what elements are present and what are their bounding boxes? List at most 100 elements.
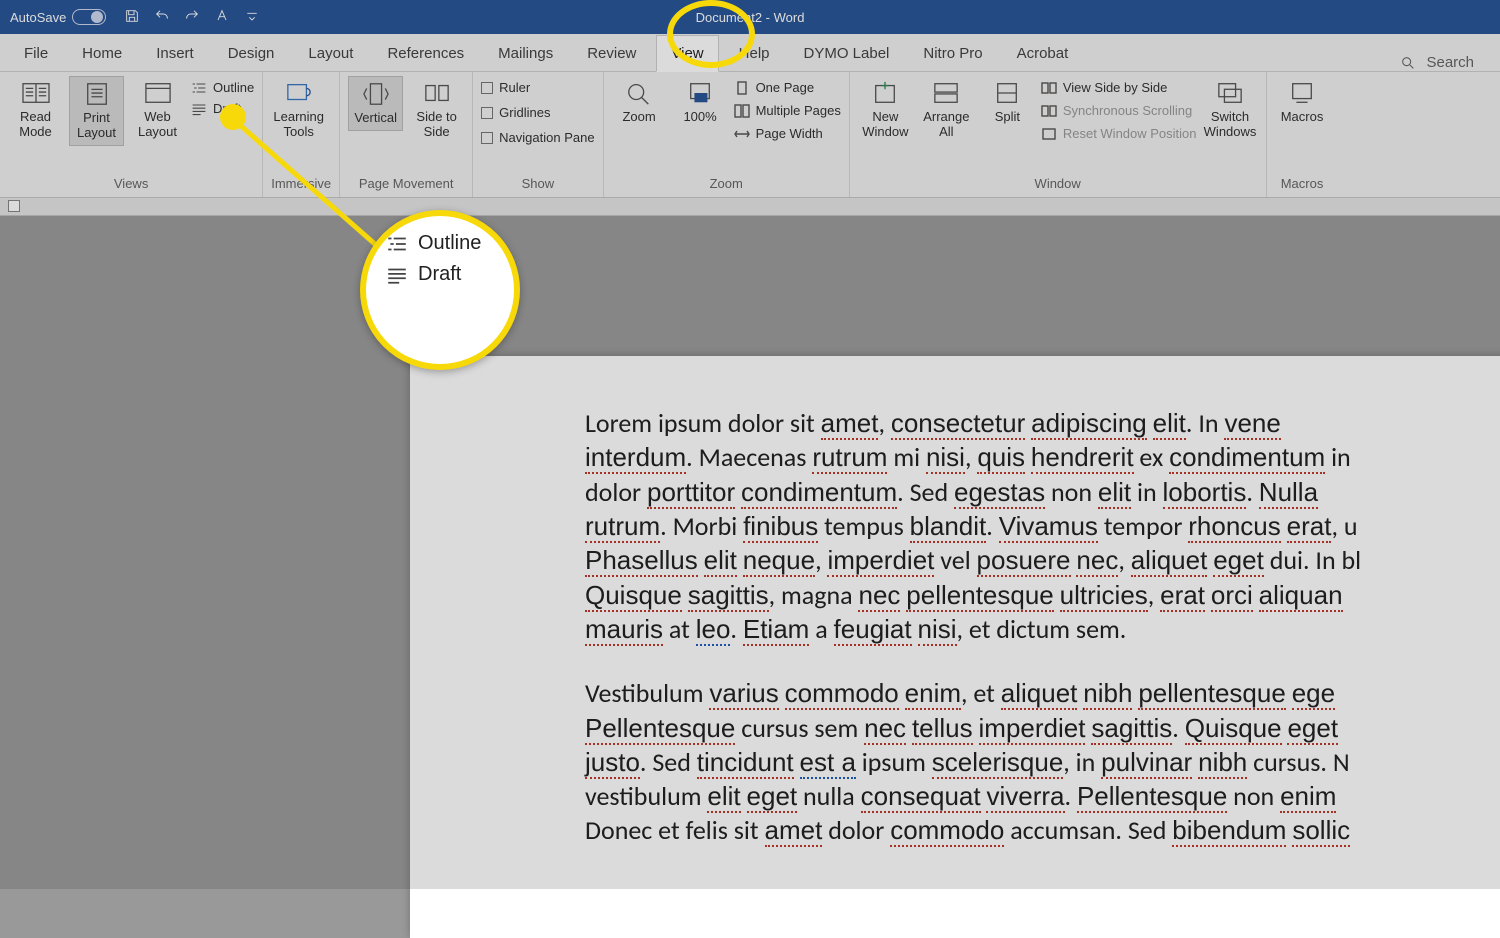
group-immersive-label: Immersive [271,174,331,195]
print-layout-button[interactable]: Print Layout [69,76,124,146]
ruler-checkbox[interactable]: Ruler [481,80,594,95]
tab-stop-icon[interactable] [8,200,20,212]
outline-label: Outline [213,80,254,95]
tab-review[interactable]: Review [573,36,650,71]
checkbox-icon [481,82,493,94]
tell-me-search[interactable]: Search [1400,54,1490,71]
group-macros: Macros Macros [1267,72,1338,197]
zoom-label: Zoom [622,110,655,125]
zoom-button[interactable]: Zoom [612,76,667,129]
group-window: New Window Arrange All Split View Side b… [850,72,1267,197]
switch-windows-button[interactable]: Switch Windows [1203,76,1258,144]
outline-button[interactable]: Outline [191,80,254,95]
save-icon[interactable] [124,8,140,27]
split-label: Split [995,110,1020,125]
group-page-movement-label: Page Movement [348,174,464,195]
group-zoom-label: Zoom [612,174,841,195]
group-views: Read Mode Print Layout Web Layout Outlin… [0,72,263,197]
nav-pane-checkbox[interactable]: Navigation Pane [481,130,594,145]
ruler-label: Ruler [499,80,530,95]
group-window-label: Window [858,174,1258,195]
group-show: Ruler Gridlines Navigation Pane Show [473,72,603,197]
print-layout-label: Print Layout [72,111,121,141]
multiple-pages-label: Multiple Pages [756,103,841,118]
zoom-100-label: 100% [683,110,716,125]
view-side-by-side-label: View Side by Side [1063,80,1168,95]
group-immersive: Learning Tools Immersive [263,72,340,197]
vertical-button[interactable]: Vertical [348,76,403,131]
paragraph-2[interactable]: Vestibulum varius commodo enim, et aliqu… [585,676,1415,848]
redo-icon[interactable] [184,8,200,27]
vertical-label: Vertical [354,111,397,126]
tab-view[interactable]: View [656,35,718,72]
checkbox-icon [481,132,493,144]
draft-label: Draft [213,101,241,116]
tab-home[interactable]: Home [68,36,136,71]
quick-access-toolbar [124,8,260,27]
tab-help[interactable]: Help [725,36,784,71]
split-button[interactable]: Split [980,76,1035,129]
learning-tools-button[interactable]: Learning Tools [271,76,326,144]
search-placeholder: Search [1426,54,1474,71]
title-bar: AutoSave Document2 - Word [0,0,1500,34]
tab-dymo[interactable]: DYMO Label [790,36,904,71]
read-mode-label: Read Mode [10,110,61,140]
checkbox-icon [481,107,493,119]
document-workspace[interactable]: Lorem ipsum dolor sit amet, consectetur … [0,216,1500,889]
touch-mode-icon[interactable] [214,8,230,27]
side-to-side-button[interactable]: Side to Side [409,76,464,144]
side-to-side-label: Side to Side [411,110,462,140]
page-width-label: Page Width [756,126,823,141]
document-title: Document2 - Word [696,10,805,25]
arrange-all-button[interactable]: Arrange All [919,76,974,144]
new-window-label: New Window [860,110,911,140]
paragraph-1[interactable]: Lorem ipsum dolor sit amet, consectetur … [585,406,1415,646]
reset-window-label: Reset Window Position [1063,126,1197,141]
draft-button[interactable]: Draft [191,101,254,116]
autosave-toggle[interactable]: AutoSave [10,9,106,25]
group-macros-label: Macros [1275,174,1330,195]
horizontal-ruler[interactable] [0,198,1500,216]
page-width-button[interactable]: Page Width [734,126,841,141]
autosave-label: AutoSave [10,10,66,25]
reset-window-button: Reset Window Position [1041,126,1197,141]
web-layout-label: Web Layout [132,110,183,140]
tab-file[interactable]: File [10,36,62,71]
tab-acrobat[interactable]: Acrobat [1003,36,1083,71]
gridlines-label: Gridlines [499,105,550,120]
tab-layout[interactable]: Layout [294,36,367,71]
read-mode-button[interactable]: Read Mode [8,76,63,144]
macros-label: Macros [1281,110,1324,125]
group-zoom: Zoom 100% One Page Multiple Pages Page W… [604,72,850,197]
new-window-button[interactable]: New Window [858,76,913,144]
zoom-100-button[interactable]: 100% [673,76,728,129]
search-icon [1400,55,1416,71]
document-page[interactable]: Lorem ipsum dolor sit amet, consectetur … [410,356,1500,938]
group-show-label: Show [481,174,594,195]
toggle-off-icon [72,9,106,25]
group-page-movement: Vertical Side to Side Page Movement [340,72,473,197]
tab-mailings[interactable]: Mailings [484,36,567,71]
view-side-by-side-button[interactable]: View Side by Side [1041,80,1197,95]
sync-scroll-button: Synchronous Scrolling [1041,103,1197,118]
qat-dropdown-icon[interactable] [244,8,260,27]
web-layout-button[interactable]: Web Layout [130,76,185,144]
one-page-button[interactable]: One Page [734,80,841,95]
macros-button[interactable]: Macros [1275,76,1330,129]
one-page-label: One Page [756,80,815,95]
tab-insert[interactable]: Insert [142,36,208,71]
nav-pane-label: Navigation Pane [499,130,594,145]
ribbon-tabs: File Home Insert Design Layout Reference… [0,34,1500,72]
undo-icon[interactable] [154,8,170,27]
learning-tools-label: Learning Tools [273,110,324,140]
tab-nitro[interactable]: Nitro Pro [909,36,996,71]
arrange-all-label: Arrange All [921,110,972,140]
ribbon-view: Read Mode Print Layout Web Layout Outlin… [0,72,1500,198]
tab-design[interactable]: Design [214,36,289,71]
group-views-label: Views [8,174,254,195]
sync-scroll-label: Synchronous Scrolling [1063,103,1192,118]
multiple-pages-button[interactable]: Multiple Pages [734,103,841,118]
tab-references[interactable]: References [373,36,478,71]
switch-windows-label: Switch Windows [1204,110,1257,140]
gridlines-checkbox[interactable]: Gridlines [481,105,594,120]
